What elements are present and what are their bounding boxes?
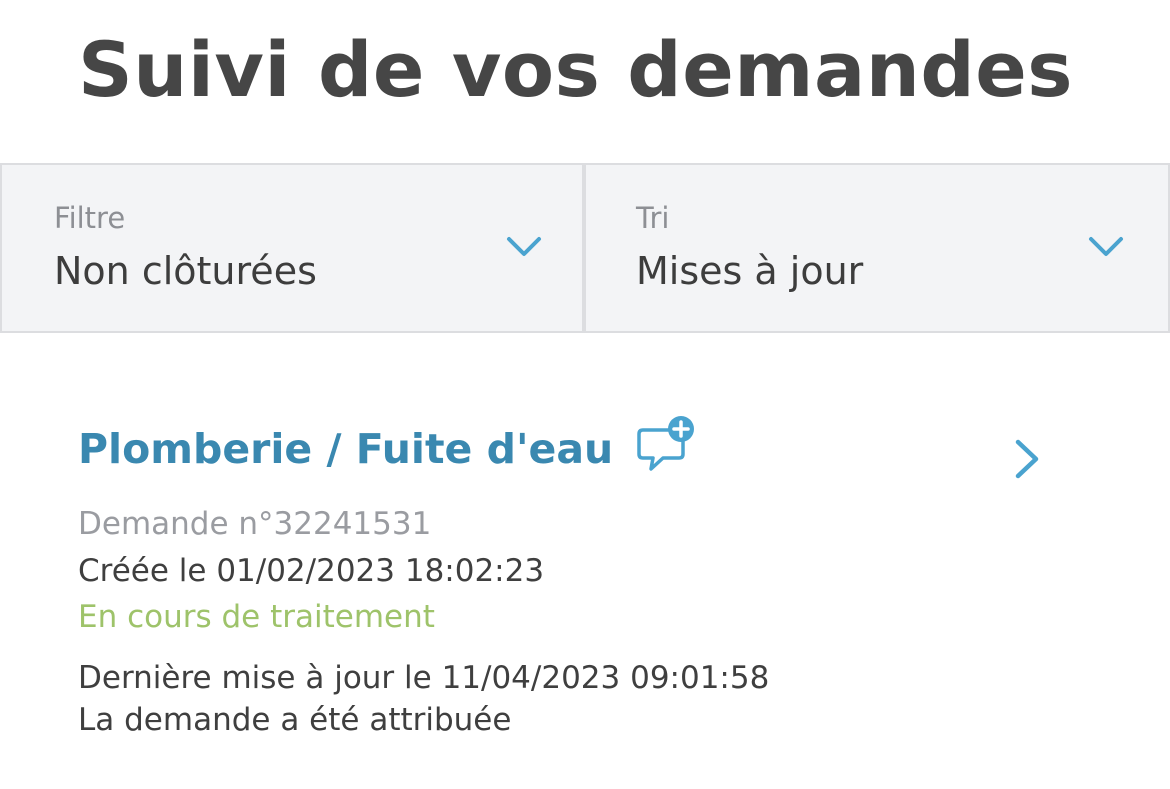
- filter-label: Filtre: [54, 201, 126, 235]
- request-number: Demande n°32241531: [78, 506, 432, 542]
- chevron-down-icon: [507, 237, 541, 256]
- filter-bar: Filtre Non clôturées Tri Mises à jour: [0, 163, 1170, 333]
- chat-plus-icon[interactable]: [633, 412, 699, 478]
- request-card[interactable]: Plomberie / Fuite d'eau Demande n°322415…: [0, 400, 1170, 760]
- request-last-update: Dernière mise à jour le 11/04/2023 09:01…: [78, 660, 770, 696]
- page-title: Suivi de vos demandes: [78, 25, 1074, 114]
- chevron-right-icon[interactable]: [1012, 436, 1042, 482]
- filter-select[interactable]: Filtre Non clôturées: [2, 165, 586, 331]
- request-title: Plomberie / Fuite d'eau: [78, 425, 614, 473]
- sort-value: Mises à jour: [636, 249, 864, 293]
- request-created-date: Créée le 01/02/2023 18:02:23: [78, 553, 545, 589]
- request-last-event: La demande a été attribuée: [78, 702, 512, 738]
- sort-label: Tri: [636, 201, 670, 235]
- filter-value: Non clôturées: [54, 249, 317, 293]
- request-title-row: Plomberie / Fuite d'eau: [78, 416, 699, 482]
- chevron-down-icon: [1089, 237, 1123, 256]
- sort-select[interactable]: Tri Mises à jour: [586, 165, 1168, 331]
- request-status: En cours de traitement: [78, 599, 435, 635]
